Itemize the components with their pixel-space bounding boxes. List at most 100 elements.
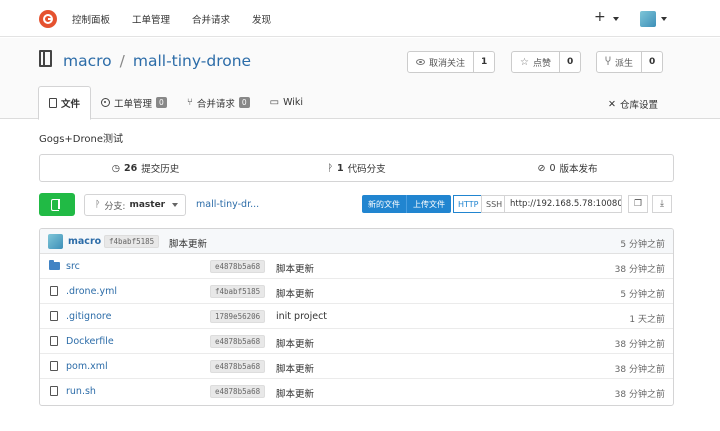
branches-stat[interactable]: ᚹ 1 代码分支 bbox=[251, 155, 462, 181]
branch-icon: ᚹ bbox=[95, 200, 101, 210]
branch-prefix: 分支: bbox=[104, 201, 126, 212]
file-row: .drone.yml f4babf5185 脚本更新 5 分钟之前 bbox=[40, 279, 673, 304]
file-name-link[interactable]: .gitignore bbox=[66, 311, 111, 322]
file-text-icon bbox=[49, 311, 58, 321]
tag-icon: ⊘ bbox=[537, 162, 546, 174]
watch-button[interactable]: 取消关注 1 bbox=[407, 51, 496, 73]
tab-issues-label: 工单管理 bbox=[114, 98, 153, 110]
user-menu-dropdown-icon[interactable] bbox=[661, 17, 667, 21]
download-icon[interactable]: ⤓ bbox=[652, 195, 672, 213]
file-icon bbox=[49, 98, 57, 108]
gogs-logo-icon[interactable] bbox=[39, 10, 57, 28]
releases-stat[interactable]: ⊘ 0 版本发布 bbox=[462, 155, 673, 181]
nav-pull-requests[interactable]: 合并请求 bbox=[192, 12, 230, 26]
tab-files-label: 文件 bbox=[61, 99, 81, 110]
eye-icon bbox=[416, 59, 425, 65]
new-file-button[interactable]: 新的文件 bbox=[362, 195, 407, 213]
file-commit-message[interactable]: 脚本更新 bbox=[276, 336, 314, 350]
releases-count: 0 bbox=[549, 162, 556, 174]
commits-stat[interactable]: ◷ 26 提交历史 bbox=[40, 155, 251, 181]
file-table: macro f4babf5185 脚本更新 5 分钟之前 src e4878b5… bbox=[39, 228, 674, 406]
repo-description: Gogs+Drone测试 bbox=[39, 134, 124, 145]
file-commit-time: 38 分钟之前 bbox=[614, 390, 665, 400]
tab-pull-requests-label: 合并请求 bbox=[196, 98, 235, 110]
file-text-icon bbox=[49, 286, 58, 296]
repo-tabs: 文件 工单管理 0 ⑂ 合并请求 0 ▭ Wiki bbox=[38, 86, 313, 120]
commits-label: 提交历史 bbox=[141, 164, 180, 175]
http-clone-button[interactable]: HTTP bbox=[453, 195, 484, 213]
create-dropdown-icon[interactable] bbox=[613, 17, 619, 21]
tab-files[interactable]: 文件 bbox=[38, 86, 92, 120]
file-commit-message[interactable]: 脚本更新 bbox=[276, 286, 314, 300]
file-commit-time: 38 分钟之前 bbox=[614, 265, 665, 275]
file-name-link[interactable]: pom.xml bbox=[66, 361, 108, 372]
file-name-link[interactable]: .drone.yml bbox=[66, 286, 117, 297]
file-commit-sha[interactable]: e4878b5a68 bbox=[210, 360, 266, 373]
file-commit-sha[interactable]: f4babf5185 bbox=[210, 285, 266, 298]
file-commit-message[interactable]: init project bbox=[276, 311, 327, 322]
file-actions-group: 新的文件 上传文件 bbox=[362, 195, 451, 213]
repo-book-icon bbox=[39, 50, 52, 67]
file-name-link[interactable]: src bbox=[66, 261, 80, 272]
nav-issues[interactable]: 工单管理 bbox=[132, 12, 170, 26]
top-navbar: 控制面板 工单管理 合并请求 发现 + bbox=[0, 0, 720, 37]
file-commit-sha[interactable]: e4878b5a68 bbox=[210, 260, 266, 273]
create-new-button[interactable]: + bbox=[594, 9, 606, 25]
file-commit-sha[interactable]: e4878b5a68 bbox=[210, 385, 266, 398]
tab-wiki[interactable]: ▭ Wiki bbox=[260, 86, 313, 119]
repo-name-link[interactable]: mall-tiny-drone bbox=[133, 52, 251, 70]
file-text-icon bbox=[49, 336, 58, 346]
chevron-down-icon bbox=[172, 203, 179, 207]
commit-author-avatar[interactable] bbox=[48, 234, 63, 249]
clone-url-input[interactable]: http://192.168.5.78:10080/macro/mall-tin… bbox=[504, 195, 622, 213]
file-row: run.sh e4878b5a68 脚本更新 38 分钟之前 bbox=[40, 379, 673, 404]
nav-explore[interactable]: 发现 bbox=[252, 12, 271, 26]
history-icon: ◷ bbox=[111, 162, 121, 174]
releases-label: 版本发布 bbox=[559, 164, 598, 175]
commit-sha-link[interactable]: f4babf5185 bbox=[104, 235, 160, 248]
file-row: src e4878b5a68 脚本更新 38 分钟之前 bbox=[40, 254, 673, 279]
fork-count[interactable]: 0 bbox=[642, 57, 662, 67]
file-commit-sha[interactable]: e4878b5a68 bbox=[210, 335, 266, 348]
repo-owner-link[interactable]: macro bbox=[63, 52, 112, 70]
star-count[interactable]: 0 bbox=[560, 57, 580, 67]
file-name-link[interactable]: Dockerfile bbox=[66, 336, 114, 347]
branch-dropdown[interactable]: ᚹ 分支: master bbox=[84, 194, 186, 216]
file-row: pom.xml e4878b5a68 脚本更新 38 分钟之前 bbox=[40, 354, 673, 379]
star-button[interactable]: ☆ 点赞 0 bbox=[511, 51, 582, 73]
breadcrumb-repo-link[interactable]: mall-tiny-dr... bbox=[196, 199, 259, 210]
tools-icon: ✕ bbox=[608, 98, 616, 110]
branch-name: master bbox=[129, 200, 166, 210]
pull-request-icon: ⑂ bbox=[186, 97, 193, 108]
file-text-icon bbox=[49, 386, 58, 396]
upload-file-button[interactable]: 上传文件 bbox=[407, 195, 451, 213]
latest-commit-row: macro f4babf5185 脚本更新 5 分钟之前 bbox=[40, 229, 673, 254]
user-avatar[interactable] bbox=[640, 11, 656, 27]
file-name-link[interactable]: run.sh bbox=[66, 386, 96, 397]
repo-title-separator: / bbox=[119, 52, 125, 70]
repo-settings-link[interactable]: ✕ 仓库设置 bbox=[608, 97, 658, 112]
file-commit-message[interactable]: 脚本更新 bbox=[276, 261, 314, 275]
tab-issues[interactable]: 工单管理 0 bbox=[91, 86, 177, 119]
pull-requests-count-badge: 0 bbox=[238, 97, 250, 108]
watch-count[interactable]: 1 bbox=[474, 57, 494, 67]
file-commit-time: 38 分钟之前 bbox=[614, 365, 665, 375]
nav-dashboard[interactable]: 控制面板 bbox=[72, 12, 110, 26]
copy-clipboard-icon[interactable]: ❐ bbox=[628, 195, 648, 213]
issues-count-badge: 0 bbox=[156, 97, 167, 108]
star-icon: ☆ bbox=[520, 56, 529, 68]
file-commit-message[interactable]: 脚本更新 bbox=[276, 386, 314, 400]
branch-icon: ᚹ bbox=[327, 162, 334, 174]
file-commit-time: 38 分钟之前 bbox=[614, 340, 665, 350]
branches-label: 代码分支 bbox=[347, 164, 386, 175]
file-commit-sha[interactable]: 1789e56206 bbox=[210, 310, 266, 323]
commit-author-link[interactable]: macro bbox=[68, 236, 101, 247]
compare-icon-button[interactable] bbox=[39, 193, 75, 216]
commits-count: 26 bbox=[124, 162, 138, 174]
branches-count: 1 bbox=[337, 162, 344, 174]
folder-icon bbox=[49, 260, 60, 270]
file-commit-message[interactable]: 脚本更新 bbox=[276, 361, 314, 375]
tab-pull-requests[interactable]: ⑂ 合并请求 0 bbox=[177, 86, 260, 119]
fork-button[interactable]: Ⴤ 派生 0 bbox=[596, 51, 664, 73]
repo-settings-label: 仓库设置 bbox=[619, 100, 658, 111]
